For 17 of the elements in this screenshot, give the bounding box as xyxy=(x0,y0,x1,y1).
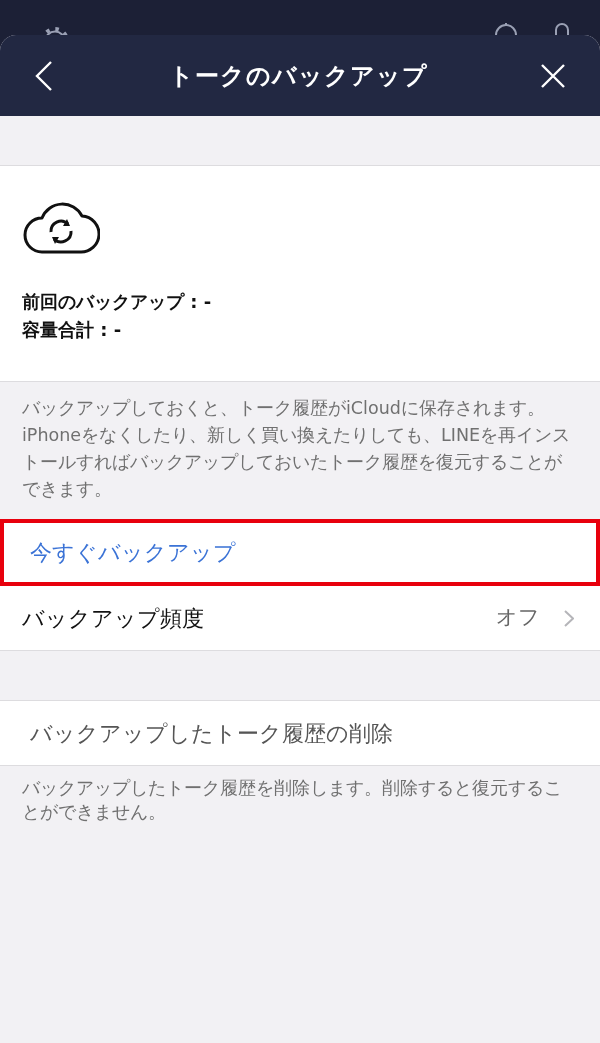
close-icon xyxy=(541,63,565,88)
person-icon xyxy=(554,23,570,35)
delete-note: バックアップしたトーク履歴を削除します。削除すると復元することができません。 xyxy=(22,777,563,824)
delete-backup-button[interactable]: バックアップしたトーク履歴の削除 xyxy=(0,701,600,766)
backup-description: バックアップしておくと、トーク履歴がiCloudに保存されます。iPhoneをなくしたり、新しく買い換えたりしても、LINEを再インストールすればバックアップしておいたトーク履歴を復元することができます。 xyxy=(22,397,572,501)
chevron-icon xyxy=(564,609,574,627)
backup-now-link[interactable]: 今すぐバックアップ xyxy=(0,519,600,586)
backup-frequency-row[interactable]: バックアップ頻度 オフ xyxy=(0,586,600,651)
setting-label: バックアップ頻度 xyxy=(22,604,204,633)
close-button[interactable] xyxy=(540,62,566,89)
total-size-text: 容量合計 : - xyxy=(22,318,123,342)
ring-icon xyxy=(494,23,518,35)
screen-title: トークのバックアップ xyxy=(168,60,428,92)
cloud-sync-icon xyxy=(22,202,100,254)
setting-value: オフ xyxy=(496,604,540,632)
last-backup-text: 前回のバックアップ : - xyxy=(22,290,213,314)
back-icon xyxy=(35,60,53,91)
